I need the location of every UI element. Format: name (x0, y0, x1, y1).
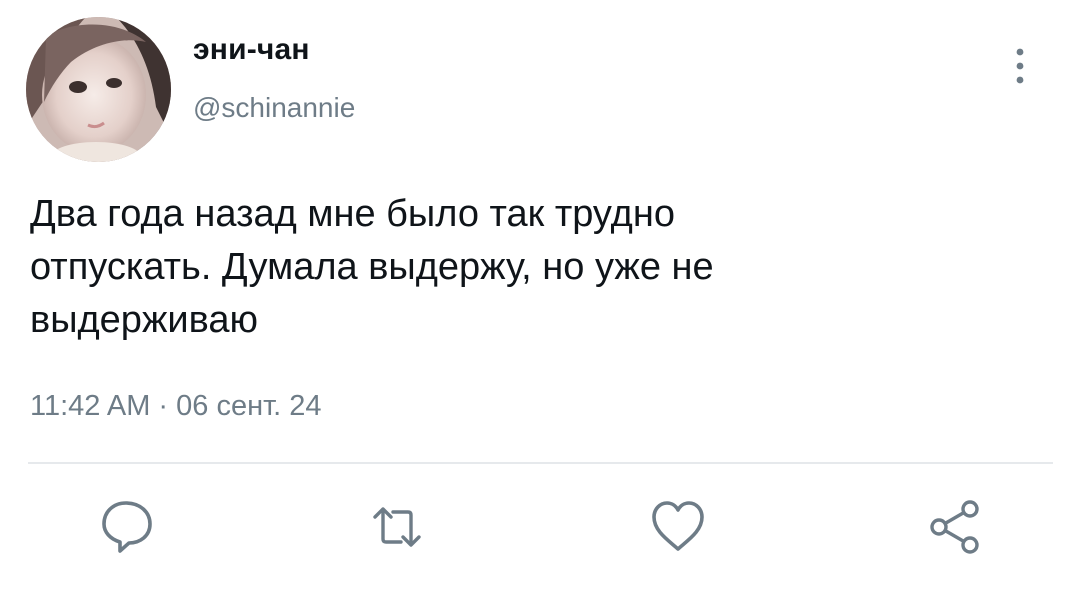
more-options-button[interactable] (1005, 44, 1035, 88)
reply-icon (102, 501, 152, 553)
divider (28, 462, 1053, 464)
action-bar (0, 495, 1080, 565)
user-handle[interactable]: @schinannie (193, 92, 355, 124)
like-button[interactable] (646, 495, 710, 559)
more-vertical-icon (1016, 48, 1024, 84)
share-button[interactable] (922, 495, 986, 559)
retweet-button[interactable] (365, 495, 429, 559)
avatar-photo (26, 17, 171, 162)
retweet-icon (373, 507, 421, 547)
share-icon (930, 500, 979, 554)
avatar[interactable] (26, 17, 171, 162)
reply-button[interactable] (96, 495, 160, 559)
tweet-card: эни-чан @schinannie Два года назад мне б… (0, 0, 1080, 602)
heart-icon (652, 501, 704, 551)
tweet-timestamp[interactable]: 11:42 AM · 06 сент. 24 (30, 390, 322, 423)
tweet-text: Два года назад мне было так трудно отпус… (30, 193, 714, 341)
display-name[interactable]: эни-чан (193, 33, 310, 67)
